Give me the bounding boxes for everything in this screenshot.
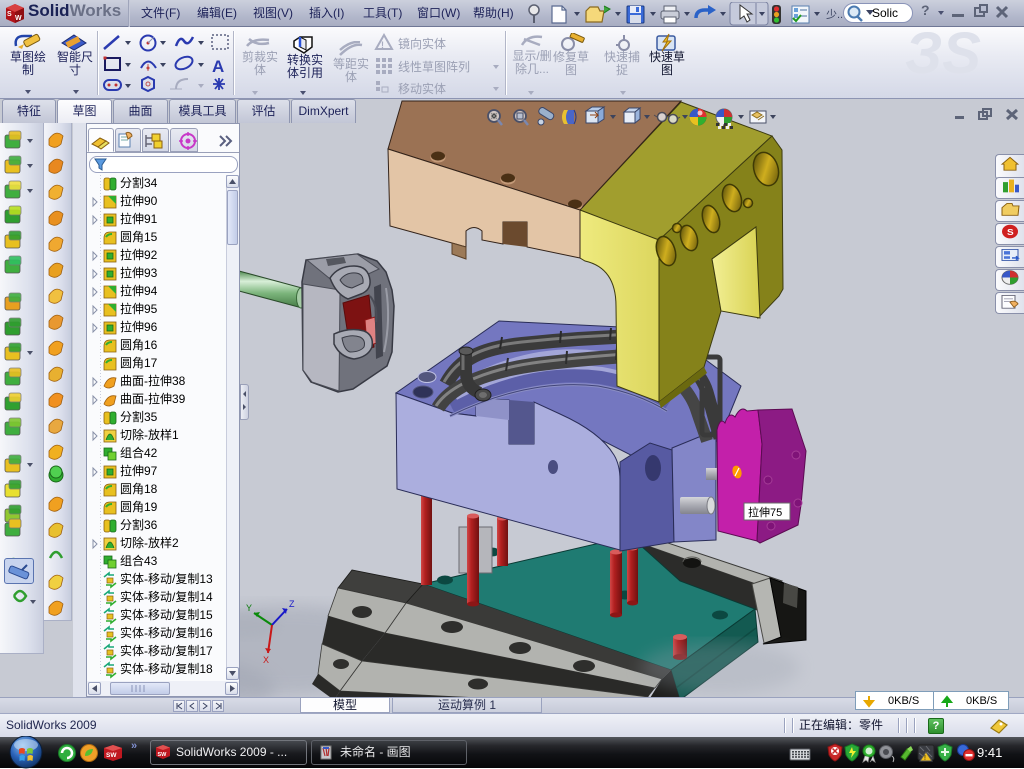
svg-text:S: S: [1007, 228, 1014, 237]
svg-text:!: !: [381, 40, 384, 50]
svg-text:Z: Z: [289, 599, 295, 609]
svg-text:S: S: [7, 11, 12, 18]
svg-text:SW: SW: [106, 752, 117, 759]
svg-text:Y: Y: [246, 603, 252, 613]
svg-text:!: !: [924, 755, 926, 762]
svg-text:SW: SW: [158, 752, 168, 758]
svg-text:W: W: [15, 15, 22, 22]
svg-text:X: X: [263, 655, 269, 665]
svg-text:少..: 少..: [826, 8, 843, 21]
svg-text:拉伸75: 拉伸75: [748, 505, 782, 519]
svg-text:A: A: [212, 57, 224, 76]
